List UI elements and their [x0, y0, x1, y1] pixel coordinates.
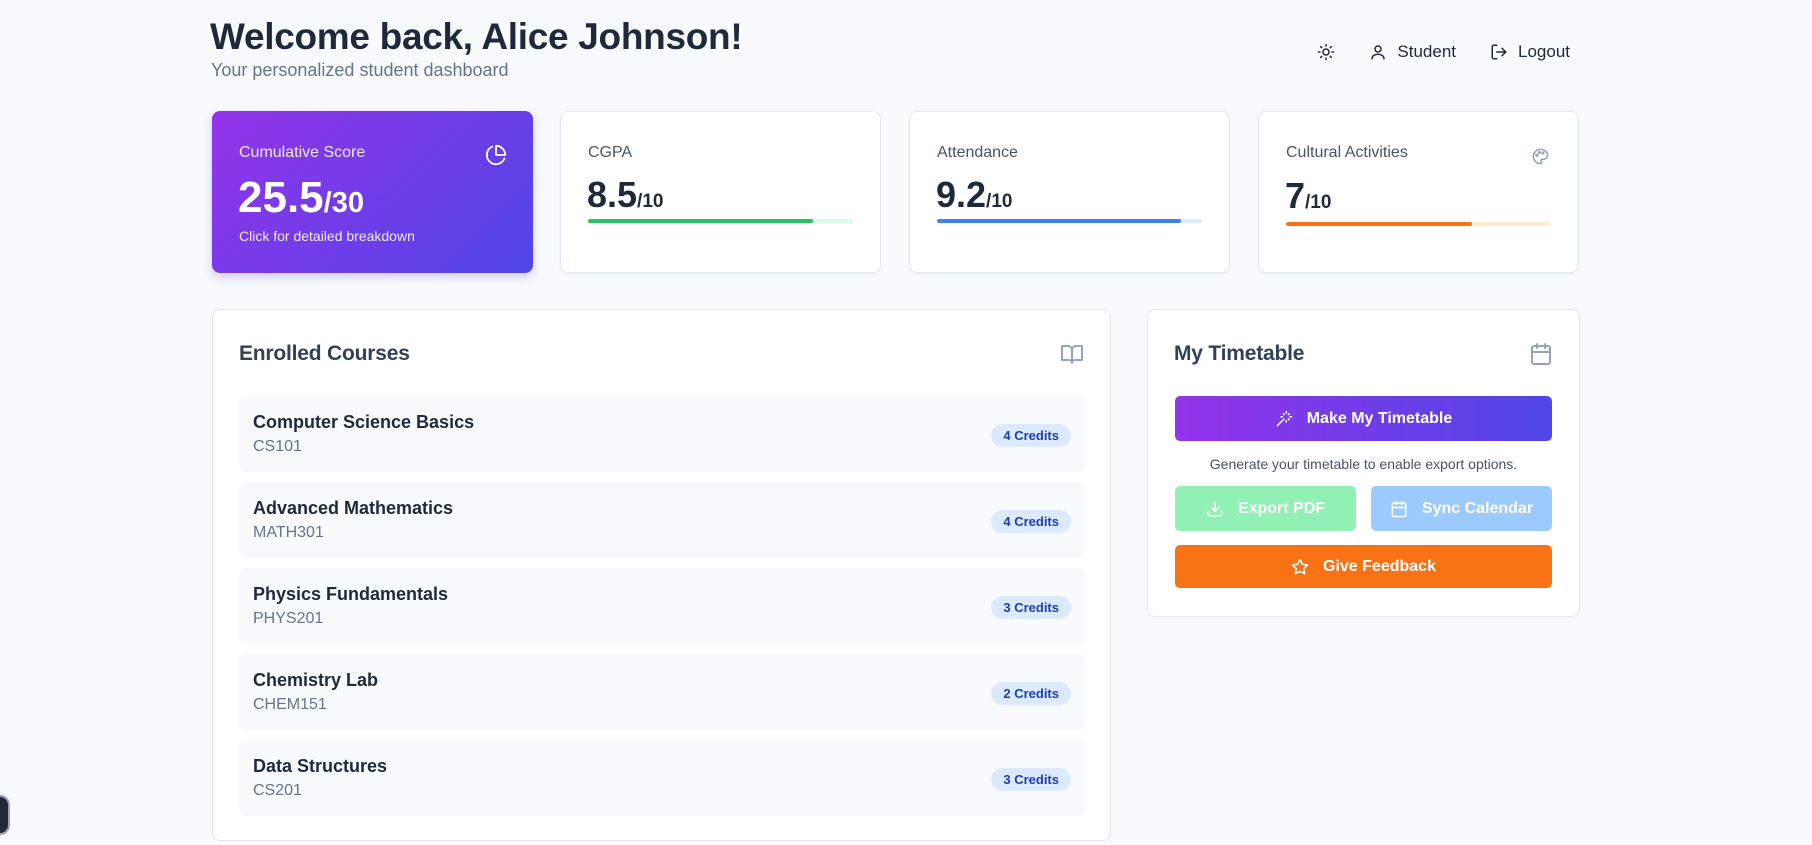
page-title: Welcome back, Alice Johnson!: [210, 16, 743, 57]
credits-badge: 4 Credits: [991, 510, 1071, 533]
course-name: Data Structures: [253, 756, 388, 776]
cultural-label: Cultural Activities: [1286, 144, 1408, 161]
score-max: /30: [323, 187, 364, 219]
floating-avatar[interactable]: [0, 795, 10, 835]
logout-icon: [1491, 44, 1507, 60]
credits-badge: 2 Credits: [991, 682, 1071, 705]
attendance-label: Attendance: [937, 144, 1018, 161]
cumulative-score-card[interactable]: Cumulative Score 25.5/30 Click for detai…: [212, 111, 533, 273]
course-item[interactable]: Data Structures CS201 3 Credits: [239, 740, 1085, 816]
course-name: Advanced Mathematics: [253, 498, 454, 518]
course-item[interactable]: Chemistry Lab CHEM151 2 Credits: [239, 654, 1085, 730]
enrolled-courses-panel: Enrolled Courses Computer Science Basics…: [212, 309, 1111, 841]
cgpa-card: CGPA 8.5/10: [560, 111, 881, 273]
dashboard: Welcome back, Alice Johnson! Your person…: [210, 0, 1580, 841]
attendance-value-group: 9.2/10: [936, 174, 1012, 216]
course-name: Physics Fundamentals: [253, 584, 449, 604]
calendar-icon: [1391, 500, 1407, 517]
score-hint: Click for detailed breakdown: [239, 228, 415, 244]
course-name: Computer Science Basics: [253, 412, 475, 432]
theme-toggle-button[interactable]: [1307, 37, 1345, 67]
timetable-title: My Timetable: [1174, 342, 1305, 365]
cultural-value-group: 7/10: [1285, 175, 1331, 217]
score-value-group: 25.5/30: [238, 173, 364, 223]
course-item[interactable]: Computer Science Basics CS101 4 Credits: [239, 396, 1085, 472]
cgpa-progress-bar: [588, 219, 853, 223]
page-subtitle: Your personalized student dashboard: [211, 60, 509, 80]
credits-badge: 3 Credits: [991, 596, 1071, 619]
courses-title: Enrolled Courses: [239, 342, 410, 365]
star-icon: [1291, 558, 1309, 574]
attendance-card: Attendance 9.2/10: [909, 111, 1230, 273]
make-timetable-label: Make My Timetable: [1306, 409, 1453, 427]
sun-icon: [1318, 43, 1335, 61]
pie-chart-icon: [485, 144, 507, 165]
course-code: PHYS201: [253, 610, 324, 627]
magic-wand-icon: [1276, 410, 1292, 426]
give-feedback-button[interactable]: Give Feedback: [1175, 545, 1552, 588]
course-code: MATH301: [253, 524, 324, 541]
course-item[interactable]: Physics Fundamentals PHYS201 3 Credits: [239, 568, 1085, 644]
cgpa-value: 8.5: [587, 174, 638, 215]
score-label: Cumulative Score: [239, 144, 366, 161]
stats-row: Cumulative Score 25.5/30 Click for detai…: [212, 111, 1580, 273]
calendar-icon: [1531, 343, 1551, 365]
cultural-max: /10: [1305, 192, 1332, 213]
attendance-max: /10: [986, 191, 1013, 212]
make-timetable-button[interactable]: Make My Timetable: [1175, 396, 1552, 441]
course-name: Chemistry Lab: [253, 670, 379, 690]
sync-calendar-button[interactable]: Sync Calendar: [1371, 486, 1552, 531]
attendance-progress-fill: [937, 219, 1181, 223]
cgpa-max: /10: [637, 191, 664, 212]
timetable-note: Generate your timetable to enable export…: [1209, 456, 1518, 472]
header-actions: Student Logout: [1307, 36, 1580, 68]
course-code: CS101: [253, 438, 302, 455]
logout-button[interactable]: Logout: [1480, 36, 1580, 68]
profile-button[interactable]: Student: [1359, 36, 1466, 68]
user-icon: [1371, 45, 1386, 60]
header: Welcome back, Alice Johnson! Your person…: [210, 0, 1580, 100]
role-label: Student: [1397, 42, 1456, 61]
attendance-progress-bar: [937, 219, 1202, 223]
timetable-panel: My Timetable Make My Timetable Generate …: [1147, 309, 1580, 617]
cultural-progress-fill: [1286, 222, 1472, 226]
logout-label: Logout: [1518, 42, 1570, 61]
course-code: CHEM151: [253, 696, 327, 713]
cultural-progress-bar: [1286, 222, 1551, 226]
attendance-value: 9.2: [936, 174, 987, 215]
give-feedback-label: Give Feedback: [1323, 557, 1436, 575]
course-code: CS201: [253, 782, 302, 799]
credits-badge: 3 Credits: [991, 768, 1071, 791]
download-icon: [1207, 501, 1223, 516]
export-pdf-button[interactable]: Export PDF: [1175, 486, 1356, 531]
cgpa-value-group: 8.5/10: [587, 174, 663, 216]
course-list: Computer Science Basics CS101 4 Credits …: [239, 396, 1085, 826]
palette-icon: [1532, 148, 1549, 165]
credits-badge: 4 Credits: [991, 424, 1071, 447]
cgpa-progress-fill: [588, 219, 814, 223]
course-item[interactable]: Advanced Mathematics MATH301 4 Credits: [239, 482, 1085, 558]
cultural-value: 7: [1285, 175, 1306, 216]
score-value: 25.5: [238, 173, 324, 222]
sync-calendar-label: Sync Calendar: [1421, 499, 1534, 517]
cultural-card: Cultural Activities 7/10: [1258, 111, 1579, 273]
cgpa-label: CGPA: [588, 144, 633, 161]
book-open-icon: [1061, 345, 1083, 364]
export-pdf-label: Export PDF: [1237, 499, 1326, 517]
